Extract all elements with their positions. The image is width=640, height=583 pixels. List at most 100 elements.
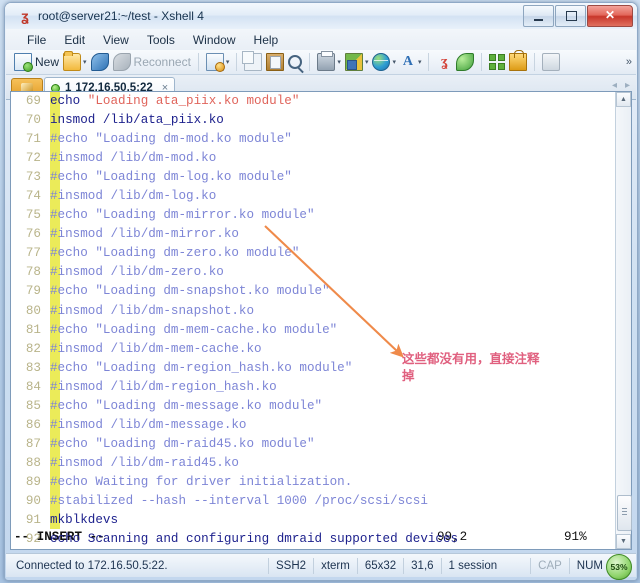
num-lock-indicator: NUM (568, 557, 610, 574)
font-icon: A (402, 54, 414, 69)
new-session-button[interactable]: New (12, 51, 61, 73)
printer-icon (317, 51, 336, 71)
properties-button[interactable]: ▾ (204, 51, 232, 73)
find-button[interactable] (286, 51, 304, 73)
session-link-button[interactable] (89, 51, 111, 73)
keyboard-button[interactable] (540, 51, 562, 73)
chevron-down-icon[interactable]: ▾ (418, 58, 422, 66)
xftp-button[interactable] (454, 51, 476, 73)
line-number: 89 (25, 474, 41, 489)
terminal-text: #insmod /lib/dm-mirror.ko (50, 227, 239, 242)
terminal-text: #echo "Loading dm-raid45.ko module" (50, 436, 315, 451)
line-number: 91 (25, 513, 41, 528)
print-button[interactable]: ▾ (315, 51, 343, 73)
xshell-icon: ʓ (441, 54, 448, 70)
terminal-line: 85 #echo "Loading dm-message.ko module" (11, 396, 617, 416)
line-number: 87 (25, 436, 41, 451)
line-number: 85 (25, 398, 41, 413)
session-count-cell: 1 session (440, 557, 505, 574)
chevron-down-icon[interactable]: ▾ (337, 58, 341, 66)
menu-view[interactable]: View (94, 31, 138, 49)
properties-icon (205, 53, 225, 72)
xftp-leaf-icon (456, 53, 475, 71)
terminal-line: 90 #stabilized --hash --interval 1000 /pr… (11, 491, 617, 512)
toolbar: New ▾ Reconnect ▾ ▾ ▾ ▾ A ▾ ʓ » (6, 50, 636, 75)
scroll-down-icon[interactable]: ▼ (616, 534, 631, 549)
menu-tools[interactable]: Tools (138, 31, 184, 49)
file-transfer-button[interactable]: ▾ (343, 51, 371, 73)
scroll-up-icon[interactable]: ▲ (616, 92, 631, 107)
menu-edit[interactable]: Edit (55, 31, 94, 49)
status-bar: Connected to 172.16.50.5:22. SSH2 xterm … (6, 553, 636, 580)
terminal-line: 78 #insmod /lib/dm-zero.ko (11, 263, 617, 283)
terminal-text: #echo Waiting for driver initialization. (50, 474, 353, 489)
close-button[interactable]: ✕ (587, 5, 633, 27)
terminal-text: #insmod /lib/dm-mem-cache.ko (50, 341, 262, 356)
paste-icon (266, 53, 285, 71)
chevron-down-icon[interactable]: ▾ (392, 58, 396, 66)
new-session-label: New (35, 55, 60, 69)
line-number: 71 (25, 132, 41, 147)
terminal-line: 75 #echo "Loading dm-mirror.ko module" (11, 206, 617, 226)
terminal-line: 80 #insmod /lib/dm-snapshot.ko (11, 301, 617, 321)
annotation-text: 这些都没有用，直接注释掉 (402, 351, 540, 383)
protocol-cell: SSH2 (268, 557, 313, 574)
terminal-scrollbar[interactable]: ▲ ▼ (615, 92, 632, 549)
copy-button[interactable] (242, 51, 264, 73)
reconnect-button[interactable]: Reconnect (111, 51, 193, 73)
terminal-output[interactable]: 69 echo "Loading ata_piix.ko module" 70 ins… (11, 92, 617, 549)
terminal-text: mkblkdevs (50, 513, 119, 528)
xshell-button[interactable]: ʓ (434, 51, 454, 73)
chevron-down-icon[interactable]: ▾ (83, 58, 87, 66)
toolbar-separator (534, 53, 536, 71)
terminal-text: #insmod /lib/dm-mod.ko (50, 151, 217, 166)
vim-scroll-percent: 91% (564, 530, 587, 544)
chevron-down-icon[interactable]: ▾ (365, 58, 369, 66)
open-folder-button[interactable]: ▾ (61, 51, 89, 73)
terminal-type-cell: xterm (313, 557, 357, 574)
tab-prev-icon[interactable]: ◂ (612, 80, 617, 91)
terminal-line: 71 #echo "Loading dm-mod.ko module" (11, 130, 617, 150)
lock-button[interactable] (507, 50, 529, 73)
menu-window[interactable]: Window (184, 31, 245, 49)
line-number: 81 (25, 322, 41, 337)
toolbar-separator (197, 53, 199, 71)
font-button[interactable]: A ▾ (398, 51, 424, 73)
copy-icon (242, 51, 263, 71)
web-button[interactable]: ▾ (370, 51, 398, 73)
xshell-window: ʓ root@server21:~/test - Xshell 4 ✕ File… (0, 0, 640, 583)
window-frame: ʓ root@server21:~/test - Xshell 4 ✕ File… (4, 2, 638, 581)
terminal-text: #insmod /lib/dm-region_hash.ko (50, 379, 277, 394)
menu-help[interactable]: Help (245, 31, 288, 49)
link-icon (90, 53, 109, 71)
tab-next-icon[interactable]: ▸ (625, 80, 630, 91)
terminal-text: #insmod /lib/dm-raid45.ko (50, 455, 239, 470)
menu-file[interactable]: File (18, 31, 55, 49)
maximize-button[interactable] (555, 5, 586, 27)
close-icon: ✕ (604, 8, 616, 22)
terminal-line: 74 #insmod /lib/dm-log.ko (11, 187, 617, 207)
chain-icon (112, 53, 131, 71)
terminal-text: #echo "Loading dm-mirror.ko module" (50, 208, 315, 223)
title-bar[interactable]: ʓ root@server21:~/test - Xshell 4 ✕ (5, 3, 637, 29)
folder-open-icon (63, 51, 82, 71)
xshell-logo-icon: ʓ (21, 8, 29, 24)
line-number: 73 (25, 170, 41, 185)
paste-button[interactable] (264, 51, 286, 73)
terminal-text: #echo "Loading dm-message.ko module" (50, 398, 323, 413)
terminal-panel: 69 echo "Loading ata_piix.ko module" 70 ins… (10, 91, 632, 550)
lock-icon (509, 50, 528, 71)
grid-icon (489, 54, 506, 70)
terminal-line: 81 #echo "Loading dm-mem-cache.ko module" (11, 320, 617, 340)
terminal-text: #insmod /lib/dm-log.ko (50, 189, 217, 204)
terminal-line: 77 #echo "Loading dm-zero.ko module" (11, 244, 617, 264)
toolbar-separator (236, 53, 238, 71)
scrollbar-thumb[interactable] (617, 495, 632, 531)
minimize-button[interactable] (523, 5, 554, 27)
chevron-down-icon[interactable]: ▾ (226, 58, 230, 66)
terminal-line: 86 #insmod /lib/dm-message.ko (11, 415, 617, 435)
toolbar-overflow-button[interactable]: » (626, 56, 632, 67)
line-number: 82 (25, 341, 41, 356)
transfer-percent-badge: 53% (606, 554, 632, 580)
arrange-button[interactable] (487, 51, 507, 73)
